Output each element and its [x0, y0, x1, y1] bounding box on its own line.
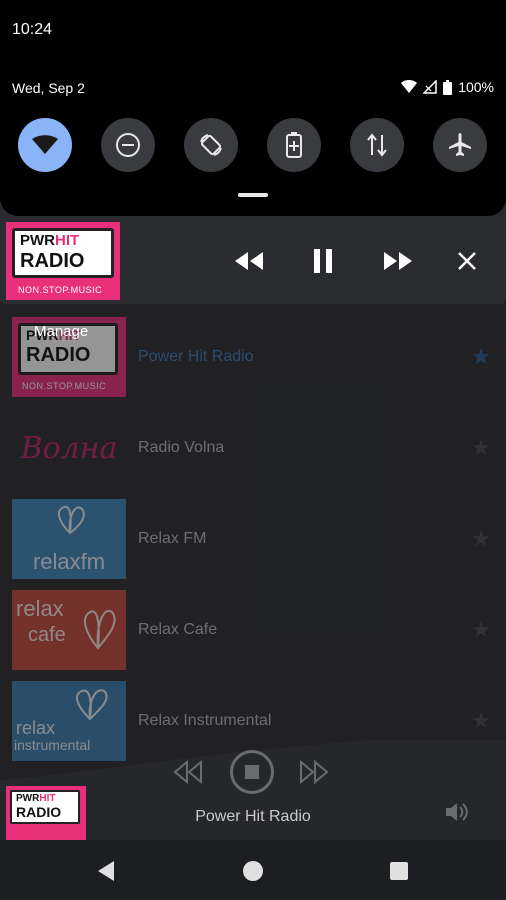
- do-not-disturb-tile[interactable]: [101, 118, 155, 172]
- clock: 10:24: [12, 21, 53, 38]
- battery-saver-tile[interactable]: [267, 118, 321, 172]
- shade-drag-handle[interactable]: [238, 193, 268, 197]
- player-title: Power Hit Radio: [195, 808, 311, 825]
- butterfly-icon: [75, 689, 108, 721]
- back-button[interactable]: [96, 860, 116, 887]
- station-label: Relax Cafe: [138, 621, 218, 638]
- fast-forward-icon: [300, 759, 329, 785]
- volna-logo: Волна: [12, 408, 126, 488]
- status-icons: 100%: [401, 79, 494, 95]
- close-icon: [458, 252, 476, 270]
- rewind-button[interactable]: [172, 758, 204, 791]
- manage-label[interactable]: Manage: [34, 323, 88, 340]
- star-icon[interactable]: ★: [468, 708, 494, 734]
- forward-button[interactable]: [298, 758, 330, 791]
- close-button[interactable]: [451, 245, 483, 277]
- station-label: Power Hit Radio: [138, 348, 254, 365]
- fast-forward-icon: [384, 252, 412, 270]
- station-label: Radio Volna: [138, 439, 225, 456]
- star-icon[interactable]: ★: [468, 526, 494, 552]
- back-icon: [98, 861, 114, 881]
- notification-shade: 10:24 Wed, Sep 2 100%: [0, 0, 506, 216]
- station-label: Relax FM: [138, 530, 207, 547]
- butterfly-icon: [83, 609, 116, 650]
- mobile-data-tile[interactable]: [350, 118, 404, 172]
- do-not-disturb-icon: [116, 133, 140, 157]
- airplane-mode-tile[interactable]: [433, 118, 487, 172]
- station-row-volna[interactable]: Волна Radio Volna ★: [12, 408, 494, 488]
- battery-percent: 100%: [458, 79, 494, 95]
- mobile-data-icon: [367, 133, 387, 157]
- auto-rotate-icon: [200, 134, 222, 156]
- relax-fm-logo: relaxfm: [12, 499, 126, 579]
- star-icon[interactable]: ★: [468, 435, 494, 461]
- relax-cafe-logo: relax cafe: [12, 590, 126, 670]
- auto-rotate-tile[interactable]: [184, 118, 238, 172]
- navigation-bar: [0, 840, 506, 900]
- pause-icon: [314, 249, 332, 273]
- pause-button[interactable]: [307, 245, 339, 277]
- stop-button[interactable]: [230, 750, 274, 794]
- date: Wed, Sep 2: [12, 80, 85, 96]
- stop-icon: [245, 765, 259, 779]
- media-notification[interactable]: PWRHIT RADIO NON.STOP.MUSIC: [0, 218, 506, 304]
- rewind-icon: [173, 759, 202, 785]
- recents-button[interactable]: [390, 862, 408, 880]
- butterfly-icon: [57, 505, 85, 535]
- media-artwork: PWRHIT RADIO NON.STOP.MUSIC: [6, 222, 120, 300]
- station-row-relax-cafe[interactable]: relax cafe Relax Cafe ★: [12, 590, 494, 670]
- station-row-relax-fm[interactable]: relaxfm Relax FM ★: [12, 499, 494, 579]
- station-label: Relax Instrumental: [138, 712, 272, 729]
- wifi-icon: [32, 135, 58, 154]
- home-button[interactable]: [243, 861, 263, 881]
- wifi-tile[interactable]: [18, 118, 72, 172]
- screen: PWRHIT RADIO NON.STOP.MUSIC Power Hit Ra…: [0, 0, 506, 900]
- airplane-icon: [449, 133, 471, 156]
- fast-forward-button[interactable]: [382, 245, 414, 277]
- rewind-icon: [235, 252, 263, 270]
- rewind-button[interactable]: [233, 245, 265, 277]
- star-icon[interactable]: ★: [468, 344, 494, 370]
- battery-saver-icon: [286, 132, 302, 158]
- cellular-signal-icon: [423, 80, 437, 94]
- star-icon[interactable]: ★: [468, 617, 494, 643]
- wifi-icon: [401, 80, 418, 93]
- battery-icon: [443, 79, 453, 95]
